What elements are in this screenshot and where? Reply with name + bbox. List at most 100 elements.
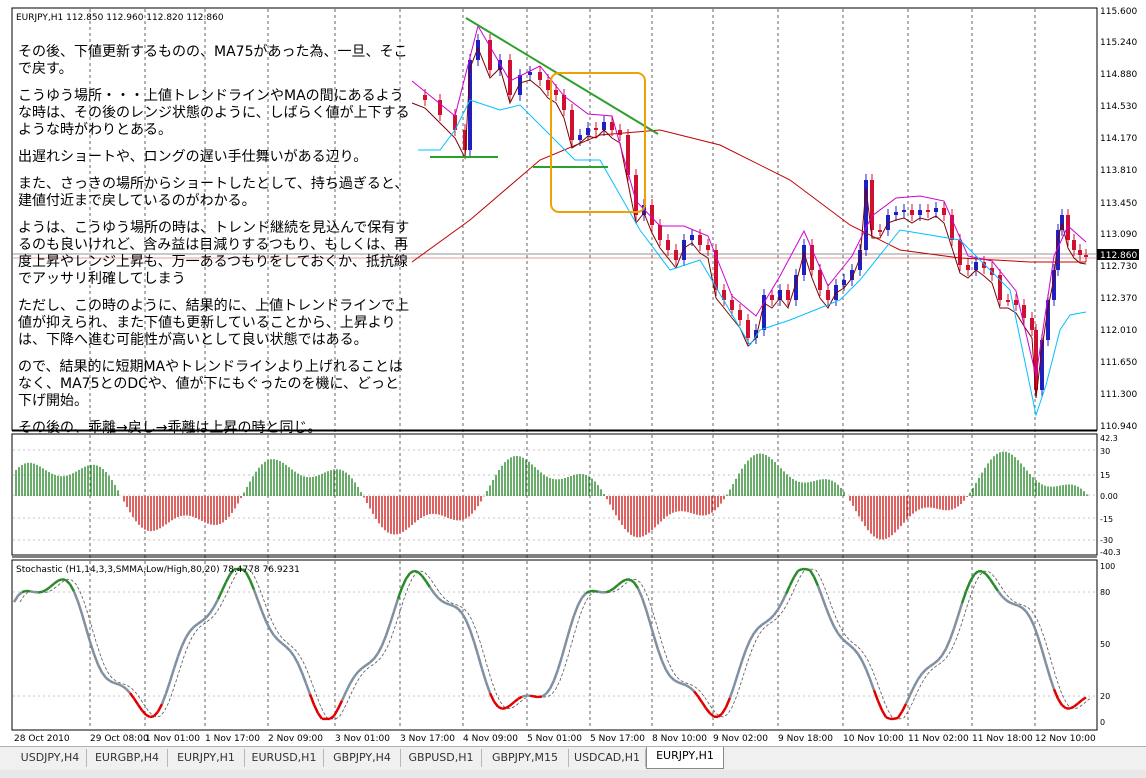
candle-body <box>554 90 558 95</box>
stoch-main-segment <box>1073 702 1079 708</box>
candle-body <box>934 208 938 212</box>
stoch-main-segment <box>1024 610 1032 618</box>
stoch-main-segment <box>533 695 539 699</box>
stoch-main-segment <box>868 678 876 691</box>
stoch-main-segment <box>997 590 1003 598</box>
stoch-main-segment <box>497 705 503 710</box>
stoch-main-segment <box>105 676 111 683</box>
time-tick-label: 8 Nov 10:00 <box>652 734 707 744</box>
stoch-main-segment <box>896 711 904 719</box>
candle-body <box>902 210 906 212</box>
stoch-main-segment <box>53 579 59 585</box>
candle-body <box>674 250 678 260</box>
stoch-main-segment <box>933 659 939 665</box>
stoch-main-segment <box>1036 636 1044 651</box>
stoch-main-segment <box>677 681 683 685</box>
stoch-main-segment <box>505 704 511 710</box>
stoch-main-segment <box>329 714 335 720</box>
time-tick-label: 9 Nov 18:00 <box>778 734 833 744</box>
stoch-main-segment <box>76 601 84 615</box>
price-tick-label: 113.810 <box>1100 166 1137 176</box>
tab-usdjpy-h4[interactable]: USDJPY,H4 <box>14 749 87 767</box>
stoch-main-segment <box>880 709 888 718</box>
stoch-main-segment <box>336 699 344 710</box>
annotation-paragraph: こうゆう場所・・・上値トレンドラインやMAの間にあるような時は、その後のレンジ状… <box>18 88 410 138</box>
stoch-main-segment <box>220 581 228 592</box>
stoch-main-segment <box>937 654 943 662</box>
candle-body <box>1084 255 1088 257</box>
time-tick-label: 12 Nov 10:00 <box>1035 734 1096 744</box>
annotation-paragraph: その後の、乖離→戻し→乖離は上昇の時と同じ。 <box>18 420 322 436</box>
stoch-main-segment <box>985 573 991 580</box>
candle-body <box>894 212 898 215</box>
annotation-paragraph: また、さっきの場所からショートしたとして、持ち過ぎると、建値付近まで戻しているの… <box>18 176 409 209</box>
stoch-main-segment <box>189 625 195 632</box>
stoch-main-segment <box>669 675 675 681</box>
candle-body <box>706 245 710 250</box>
stoch-tick-label: 80 <box>1100 588 1110 597</box>
stoch-panel <box>11 559 1098 731</box>
stoch-main-segment <box>376 645 384 654</box>
osc-tick-label: 15 <box>1100 471 1110 480</box>
stoch-main-segment <box>545 687 551 695</box>
time-tick-label: 3 Nov 01:00 <box>335 734 390 744</box>
status-bar <box>0 770 1146 778</box>
stoch-main-segment <box>369 657 375 664</box>
candle-body <box>826 290 830 300</box>
stoch-main-segment <box>488 692 496 703</box>
stoch-main-segment <box>384 623 392 637</box>
tab-eurgbp-h4[interactable]: EURGBP,H4 <box>87 749 168 767</box>
stoch-main-segment <box>404 572 412 580</box>
stoch-main-segment <box>685 684 691 689</box>
time-tick-label: 2 Nov 09:00 <box>268 734 323 744</box>
candle-body <box>570 110 574 140</box>
stoch-main-segment <box>256 600 264 612</box>
tab-eurusd-h1[interactable]: EURUSD,H1 <box>245 749 324 767</box>
stoch-main-segment <box>636 587 644 599</box>
stoch-main-segment <box>761 620 767 626</box>
stoch-main-segment <box>72 590 80 603</box>
tab-eurjpy-h1[interactable]: EURJPY,H1 <box>168 749 245 767</box>
stoch-main-segment <box>252 589 260 602</box>
candle-body <box>966 265 970 270</box>
stoch-main-segment <box>285 645 291 652</box>
stoch-main-segment <box>696 695 704 703</box>
tab-eurjpy-h1-active[interactable]: EURJPY,H1 <box>646 747 724 769</box>
candle-body <box>658 225 662 240</box>
stoch-main-segment <box>572 604 580 616</box>
stoch-main-segment <box>372 652 380 660</box>
price-tick-label: 111.300 <box>1100 390 1137 400</box>
candle-body <box>1072 240 1076 250</box>
tab-gbpjpy-m15[interactable]: GBPJPY,M15 <box>482 749 569 767</box>
stoch-main-segment <box>956 603 964 617</box>
stoch-main-segment <box>816 585 824 597</box>
tab-gbpjpy-h4[interactable]: GBPJPY,H4 <box>324 749 401 767</box>
stoch-main-segment <box>468 629 476 643</box>
stoch-main-segment <box>805 567 811 572</box>
stoch-main-segment <box>597 590 603 594</box>
stoch-main-segment <box>940 648 948 657</box>
candle-body <box>910 210 914 215</box>
stoch-main-segment <box>968 574 976 583</box>
candle-body <box>538 72 542 80</box>
stoch-main-segment <box>41 588 47 594</box>
highlight-box <box>550 72 646 213</box>
stoch-main-segment <box>709 712 715 718</box>
stoch-main-segment <box>273 634 279 641</box>
stoch-main-segment <box>109 679 115 684</box>
stoch-main-segment <box>176 645 184 657</box>
stoch-main-segment <box>872 689 880 702</box>
tab-gbpusd-h1[interactable]: GBPUSD,H1 <box>401 749 482 767</box>
stoch-main-segment <box>856 653 864 662</box>
stoch-main-segment <box>1028 616 1036 627</box>
stoch-main-segment <box>621 578 627 583</box>
stoch-main-segment <box>205 612 211 619</box>
chart-window[interactable]: 115.600 115.240 114.880 114.530 114.170 113.8… <box>0 0 1146 746</box>
candle-body <box>476 40 480 60</box>
candle-body <box>610 122 614 130</box>
stoch-main-segment <box>1052 688 1060 700</box>
stoch-main-segment <box>149 714 155 719</box>
current-price-label: 112.860 <box>1100 251 1137 261</box>
stoch-main-segment <box>21 589 27 594</box>
tab-usdcad-h1[interactable]: USDCAD,H1 <box>569 749 646 767</box>
